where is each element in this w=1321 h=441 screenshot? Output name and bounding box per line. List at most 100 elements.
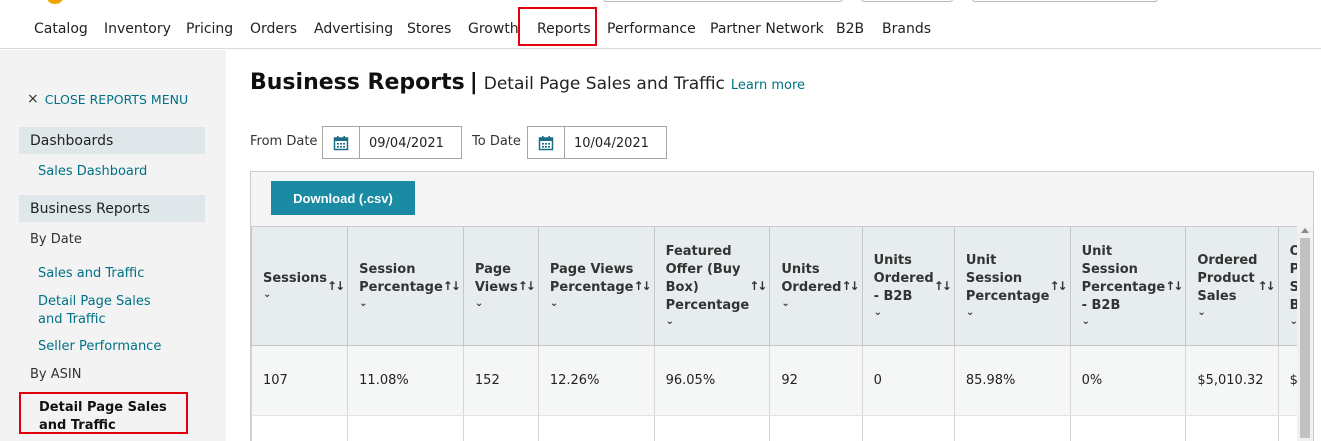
column-header-label: Session Percentage	[359, 261, 443, 295]
nav-brands[interactable]: Brands	[882, 21, 931, 37]
column-header[interactable]: Page Views ⌄ ↑↓	[463, 227, 539, 346]
close-reports-menu-link[interactable]: × CLOSE REPORTS MENU	[27, 91, 188, 107]
sidebar-item-sales-and-traffic[interactable]: Sales and Traffic	[38, 265, 144, 283]
table-cell	[862, 415, 955, 441]
learn-more-link[interactable]: Learn more	[731, 78, 805, 93]
sort-icon[interactable]: ↑↓	[518, 279, 536, 293]
column-header-label: Units Ordered	[781, 261, 842, 295]
column-header-label: Page Views Percentage	[549, 261, 634, 295]
to-date-field[interactable]: 10/04/2021	[527, 126, 667, 159]
sort-icon[interactable]: ↑↓	[327, 279, 345, 293]
from-date-field[interactable]: 09/04/2021	[322, 126, 462, 159]
close-icon: ×	[27, 91, 39, 107]
page-subtitle: Detail Page Sales and Traffic	[483, 74, 725, 94]
sort-icon[interactable]: ↑↓	[1257, 279, 1275, 293]
column-header-label: Ordered Product Sales - B2B	[1290, 244, 1297, 313]
by-date-label: By Date	[30, 232, 82, 247]
chevron-down-icon[interactable]: ⌄	[1290, 315, 1297, 329]
table-cell	[538, 415, 655, 441]
table-cell	[1185, 415, 1279, 441]
table-cell: 11.08%	[347, 345, 464, 416]
by-asin-label: By ASIN	[30, 367, 82, 382]
column-header-label: Sessions	[263, 270, 328, 286]
sort-icon[interactable]: ↑↓	[841, 279, 859, 293]
sidebar-item-sales-dashboard[interactable]: Sales Dashboard	[38, 163, 147, 181]
sidebar-item-detail-page-sales-and-traffic[interactable]: Detail Page Sales and Traffic	[38, 293, 178, 329]
column-header[interactable]: Units Ordered ⌄ ↑↓	[769, 227, 863, 346]
title-separator: |	[469, 70, 478, 95]
nav-reports[interactable]: Reports	[537, 21, 591, 37]
table-cell: 12.26%	[538, 345, 655, 416]
column-header-label: Page Views	[474, 261, 518, 295]
report-table-container: Sessions ⌄ ↑↓ Session Percentage ⌄ ↑↓ Page Vie…	[251, 226, 1297, 441]
column-header[interactable]: Session Percentage ⌄ ↑↓	[347, 227, 464, 346]
sort-icon[interactable]: ↑↓	[443, 279, 461, 293]
nav-pricing[interactable]: Pricing	[186, 21, 233, 37]
to-date-value: 10/04/2021	[574, 136, 649, 151]
column-header-label: Unit Session Percentage	[965, 252, 1050, 304]
nav-partner-network[interactable]: Partner Network	[710, 21, 824, 37]
table-cell: 85.98%	[954, 345, 1071, 416]
sidebar-item-asin-detail-page-sales-and-traffic[interactable]: Detail Page Sales and Traffic	[19, 392, 188, 434]
sort-icon[interactable]: ↑↓	[749, 279, 767, 293]
main-nav: Catalog Inventory Pricing Orders Adverti…	[0, 0, 1321, 49]
chevron-down-icon[interactable]: ⌄	[1082, 315, 1166, 329]
business-reports-heading: Business Reports	[19, 195, 205, 222]
table-cell	[463, 415, 539, 441]
scroll-up-arrow-icon[interactable]	[1301, 228, 1309, 233]
dashboards-heading: Dashboards	[19, 127, 205, 154]
table-row: 107 11.08% 152 12.26% 96.05% 92 0 85.98% 0% $5,01…	[251, 345, 1297, 416]
column-header[interactable]: Units Ordered - B2B ⌄ ↑↓	[862, 227, 955, 346]
nav-b2b[interactable]: B2B	[836, 21, 864, 37]
sort-icon[interactable]: ↑↓	[634, 279, 652, 293]
table-scrollbar[interactable]	[1297, 226, 1313, 441]
from-date-value: 09/04/2021	[369, 136, 444, 151]
sidebar-item-seller-performance[interactable]: Seller Performance	[38, 338, 161, 356]
table-cell: 0	[862, 345, 955, 416]
table-header-row: Sessions ⌄ ↑↓ Session Percentage ⌄ ↑↓ Page Vie…	[251, 227, 1297, 346]
chevron-down-icon[interactable]: ⌄	[550, 297, 634, 311]
nav-inventory[interactable]: Inventory	[104, 21, 171, 37]
scrollbar-thumb[interactable]	[1300, 238, 1310, 438]
chevron-down-icon[interactable]: ⌄	[966, 306, 1050, 320]
close-reports-menu-label: CLOSE REPORTS MENU	[44, 91, 189, 107]
table-cell: 152	[463, 345, 539, 416]
nav-advertising[interactable]: Advertising	[314, 21, 393, 37]
chevron-down-icon[interactable]: ⌄	[263, 288, 327, 302]
chevron-down-icon[interactable]: ⌄	[666, 315, 750, 329]
column-header[interactable]: Ordered Product Sales - B2B⌄↑↓	[1278, 227, 1297, 346]
chevron-down-icon[interactable]: ⌄	[1197, 306, 1257, 320]
calendar-icon[interactable]	[323, 127, 360, 158]
table-cell	[769, 415, 863, 441]
chevron-down-icon[interactable]: ⌄	[359, 297, 443, 311]
sort-icon[interactable]: ↑↓	[1049, 279, 1067, 293]
table-cell: 107	[251, 345, 349, 416]
download-csv-button[interactable]: Download (.csv)	[271, 181, 415, 215]
column-header[interactable]: Featured Offer (Buy Box) Percentage ⌄ ↑↓	[654, 227, 771, 346]
chevron-down-icon[interactable]: ⌄	[781, 297, 841, 311]
column-header[interactable]: Ordered Product Sales ⌄ ↑↓	[1185, 227, 1279, 346]
column-header[interactable]: Unit Session Percentage ⌄ ↑↓	[954, 227, 1071, 346]
table-cell	[251, 415, 349, 441]
nav-growth[interactable]: Growth	[468, 21, 519, 37]
nav-stores[interactable]: Stores	[407, 21, 451, 37]
sort-icon[interactable]: ↑↓	[934, 279, 952, 293]
chevron-down-icon[interactable]: ⌄	[874, 306, 934, 320]
page-title: Business Reports	[250, 70, 465, 95]
column-header[interactable]: Sessions ⌄ ↑↓	[251, 227, 349, 346]
column-header-label: Unit Session Percentage - B2B	[1081, 243, 1166, 313]
nav-performance[interactable]: Performance	[607, 21, 696, 37]
chevron-down-icon[interactable]: ⌄	[475, 297, 518, 311]
column-header-label: Ordered Product Sales	[1197, 252, 1258, 304]
table-cell	[1070, 415, 1187, 441]
to-date-label: To Date	[472, 134, 521, 149]
table-cell	[654, 415, 771, 441]
column-header[interactable]: Page Views Percentage ⌄ ↑↓	[538, 227, 655, 346]
nav-catalog[interactable]: Catalog	[34, 21, 88, 37]
column-header[interactable]: Unit Session Percentage - B2B ⌄ ↑↓	[1070, 227, 1187, 346]
page-header: Business Reports | Detail Page Sales and…	[250, 70, 805, 95]
calendar-icon[interactable]	[528, 127, 565, 158]
sort-icon[interactable]: ↑↓	[1165, 279, 1183, 293]
table-cell	[347, 415, 464, 441]
nav-orders[interactable]: Orders	[250, 21, 297, 37]
